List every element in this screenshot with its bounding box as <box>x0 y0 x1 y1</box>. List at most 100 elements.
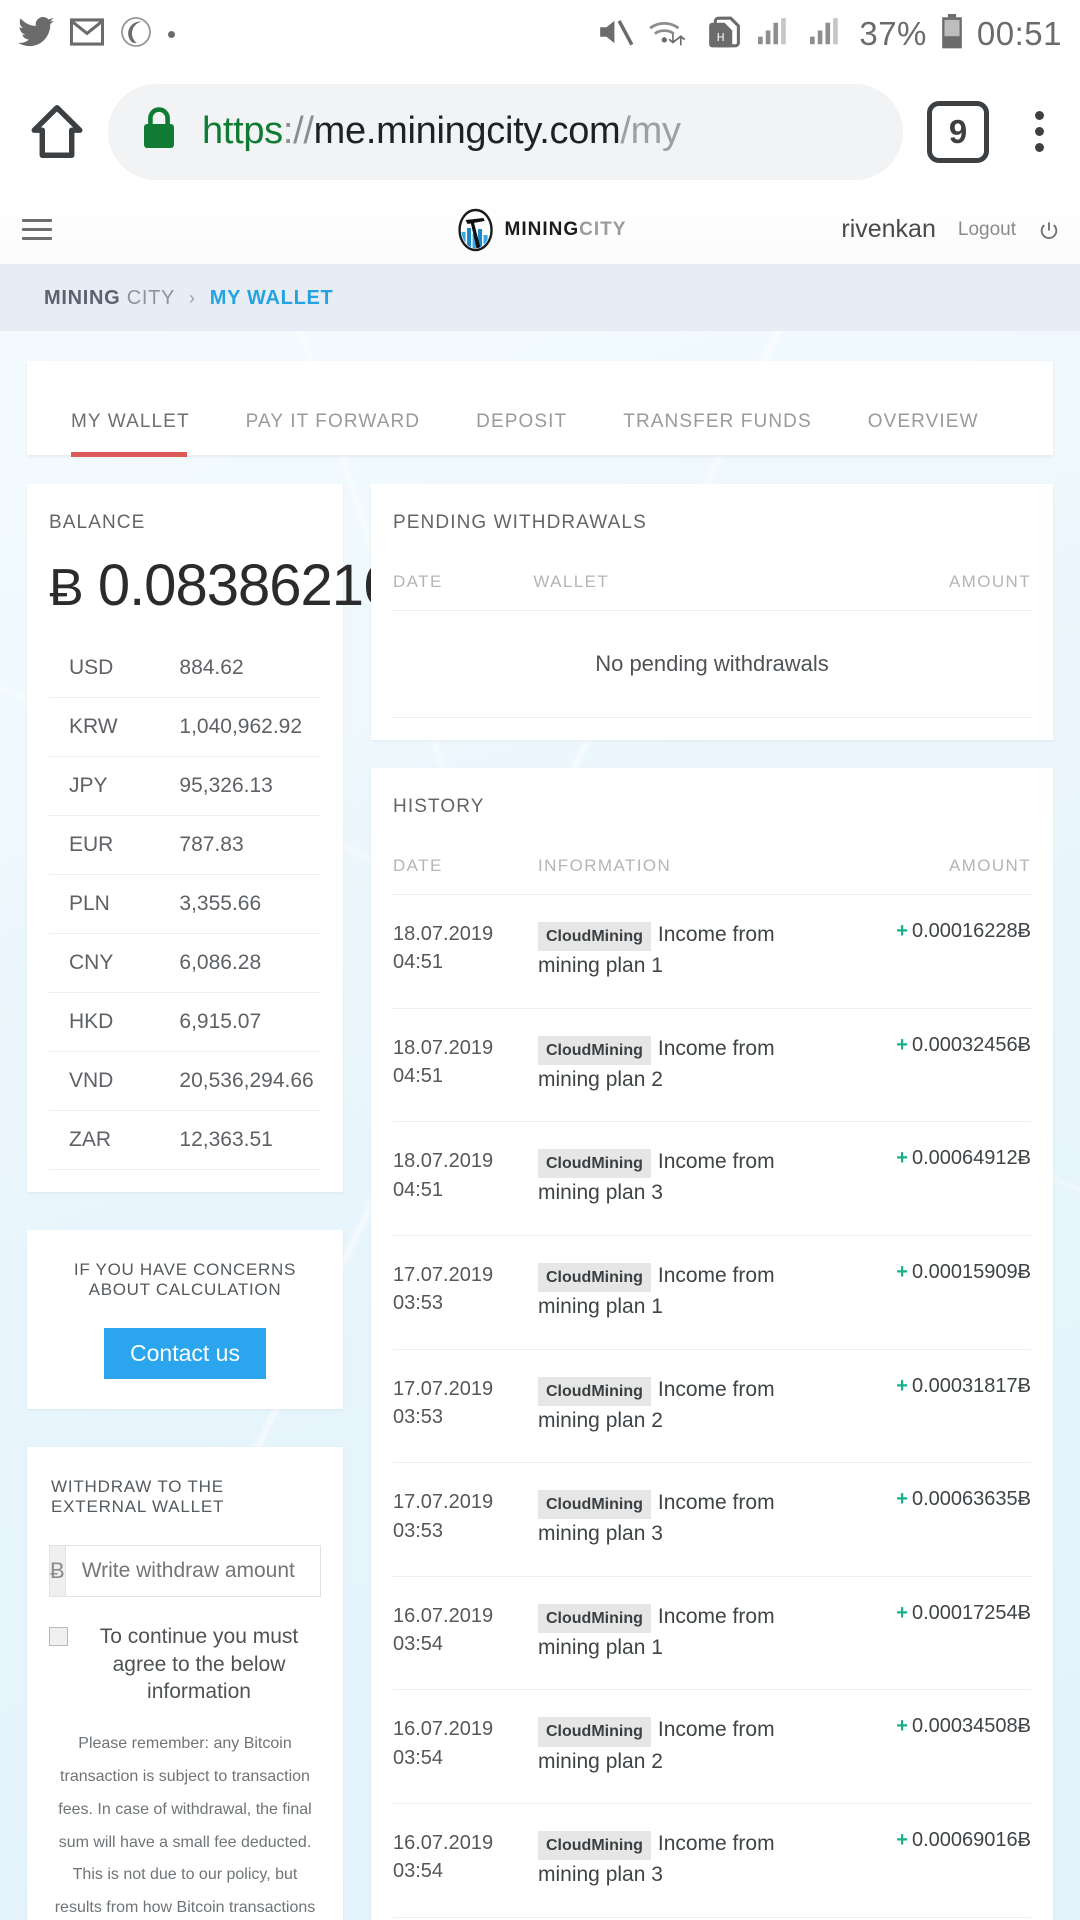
currency-code: VND <box>49 1051 172 1111</box>
currency-code: JPY <box>49 756 172 816</box>
breadcrumb-root[interactable]: MINING CITY <box>44 287 175 310</box>
cloudmining-badge: CloudMining <box>538 1831 651 1861</box>
tab-my-wallet[interactable]: MY WALLET <box>43 399 218 455</box>
column-header-amount: AMOUNT <box>839 534 1031 611</box>
lock-icon <box>138 105 180 158</box>
table-row: VND 20,536,294.66 <box>49 1051 321 1111</box>
plus-sign-icon: + <box>896 1829 908 1851</box>
cloudmining-badge: CloudMining <box>538 1717 651 1747</box>
history-date: 16.07.2019 03:54 <box>393 1803 538 1918</box>
table-row: 16.07.2019 03:54 CloudMining Income from m… <box>393 1576 1031 1691</box>
history-date: 18.07.2019 04:51 <box>393 1008 538 1123</box>
history-rows: 18.07.2019 04:51 CloudMining Income from m… <box>393 894 1031 1920</box>
pending-withdrawals-table: DATE WALLET AMOUNT No pending withdrawal… <box>393 534 1031 718</box>
mute-icon <box>597 16 635 53</box>
currency-value: 787.83 <box>171 815 321 875</box>
withdraw-amount-input[interactable] <box>65 1546 369 1596</box>
history-title: HISTORY <box>393 796 485 817</box>
header-user-area: rivenkan Logout <box>841 215 1058 244</box>
contact-us-button[interactable]: Contact us <box>104 1328 266 1379</box>
history-information: CloudMining Income from mining plan 3 <box>538 1121 821 1236</box>
currency-code: EUR <box>49 815 172 875</box>
agree-checkbox[interactable] <box>49 1627 68 1646</box>
url-scheme: https <box>202 110 283 152</box>
table-row: EUR 787.83 <box>49 815 321 875</box>
table-header-row: DATE INFORMATION AMOUNT <box>393 818 1031 895</box>
currency-code: CNY <box>49 933 172 993</box>
miningcity-logo-icon <box>454 208 498 252</box>
plus-sign-icon: + <box>896 1260 908 1283</box>
power-icon[interactable] <box>1038 220 1058 240</box>
tab-transfer-funds[interactable]: TRANSFER FUNDS <box>595 399 840 455</box>
tab-overview[interactable]: OVERVIEW <box>840 399 1007 455</box>
table-row: CNY 6,086.28 <box>49 933 321 993</box>
page-content: MY WALLET PAY IT FORWARD DEPOSIT TRANSFE… <box>0 331 1080 1920</box>
cloudmining-badge: CloudMining <box>538 1035 651 1065</box>
history-amount: +0.00069016Ƀ <box>821 1803 1031 1918</box>
moon-icon <box>120 16 152 53</box>
currency-code: ZAR <box>49 1110 172 1170</box>
currency-table: USD 884.62 KRW 1,040,962.92 JPY 95,326.13 E… <box>49 639 321 1170</box>
brand-name-part1: MINING <box>504 218 580 240</box>
logout-button[interactable]: Logout <box>958 219 1016 241</box>
history-amount: +0.00032456Ƀ <box>821 1008 1031 1123</box>
url-text: https://me.miningcity.com/my <box>202 110 681 153</box>
twitter-icon <box>18 16 54 52</box>
plus-sign-icon: + <box>896 1147 908 1170</box>
right-column: PENDING WITHDRAWALS DATE WALLET AMOUNT N… <box>371 484 1053 1920</box>
url-bar[interactable]: https://me.miningcity.com/my <box>108 83 903 180</box>
history-amount: +0.00031817Ƀ <box>821 1349 1031 1464</box>
table-row: 16.07.2019 03:54 CloudMining Income from m… <box>393 1689 1031 1804</box>
hamburger-icon[interactable] <box>22 219 52 240</box>
dot-icon <box>168 30 175 38</box>
url-separator: :// <box>282 110 314 152</box>
breadcrumb-separator-icon: › <box>189 287 196 308</box>
tab-deposit[interactable]: DEPOSIT <box>448 399 595 455</box>
currency-code: KRW <box>49 697 172 757</box>
history-date: 18.07.2019 04:51 <box>393 1121 538 1236</box>
currency-value: 20,536,294.66 <box>171 1051 321 1111</box>
history-information: CloudMining Income from mining plan 2 <box>538 1689 821 1804</box>
table-row: 18.07.2019 04:51 CloudMining Income from m… <box>393 894 1031 1009</box>
table-row: PLN 3,355.66 <box>49 874 321 934</box>
currency-code: PLN <box>49 874 172 934</box>
tab-pay-it-forward[interactable]: PAY IT FORWARD <box>218 399 448 455</box>
tab-counter-button[interactable]: 9 <box>927 100 989 163</box>
kebab-menu-icon[interactable] <box>1021 111 1058 152</box>
android-status-bar: H 37% 00:51 <box>0 0 1080 68</box>
wifi-transfer-icon <box>647 16 691 53</box>
status-bar-notifications <box>18 16 175 53</box>
table-row: 18.07.2019 04:51 CloudMining Income from m… <box>393 1008 1031 1123</box>
plus-sign-icon: + <box>896 1033 908 1056</box>
battery-icon <box>939 13 965 55</box>
agree-row[interactable]: To continue you must agree to the below … <box>49 1623 321 1706</box>
home-icon[interactable] <box>22 101 92 163</box>
column-header-information: INFORMATION <box>538 818 821 895</box>
currency-value: 884.62 <box>171 639 321 698</box>
history-date: 16.07.2019 03:54 <box>393 1576 538 1691</box>
history-information: CloudMiningIncome from mining plan 1 <box>538 1576 821 1691</box>
cloudmining-badge: CloudMining <box>538 1149 651 1179</box>
url-host: me.miningcity.com <box>313 110 621 152</box>
clock-label: 00:51 <box>976 15 1062 52</box>
column-header-amount: AMOUNT <box>821 818 1031 895</box>
username-label: rivenkan <box>841 215 936 243</box>
left-column: BALANCE Ƀ 0.08386216 USD 884.62 KRW 1,040,… <box>27 484 395 1920</box>
brand-logo-group[interactable]: MININGCITY <box>454 208 627 252</box>
currency-code: USD <box>49 639 172 698</box>
history-date: 17.07.2019 03:53 <box>393 1462 538 1577</box>
cloudmining-badge: CloudMining <box>538 922 651 952</box>
brand-name-part2: CITY <box>579 218 627 240</box>
history-information: CloudMining Income from mining plan 3 <box>538 1462 821 1577</box>
balance-amount: Ƀ 0.08386216 <box>49 534 395 639</box>
withdraw-amount-row: Ƀ <box>49 1545 369 1597</box>
agree-label: To continue you must agree to the below … <box>99 1625 299 1704</box>
web-page: MININGCITY rivenkan Logout MINING CITY ›… <box>0 195 1080 1920</box>
history-amount: +0.00016228Ƀ <box>821 894 1031 1009</box>
browser-toolbar: https://me.miningcity.com/my 9 <box>0 68 1080 195</box>
balance-title: BALANCE <box>49 512 146 533</box>
history-amount: +0.00064912Ƀ <box>821 1121 1031 1236</box>
balance-value: 0.08386216 <box>97 553 395 618</box>
contact-card: IF YOU HAVE CONCERNS ABOUT CALCULATION C… <box>27 1230 343 1409</box>
currency-value: 95,326.13 <box>171 756 321 816</box>
